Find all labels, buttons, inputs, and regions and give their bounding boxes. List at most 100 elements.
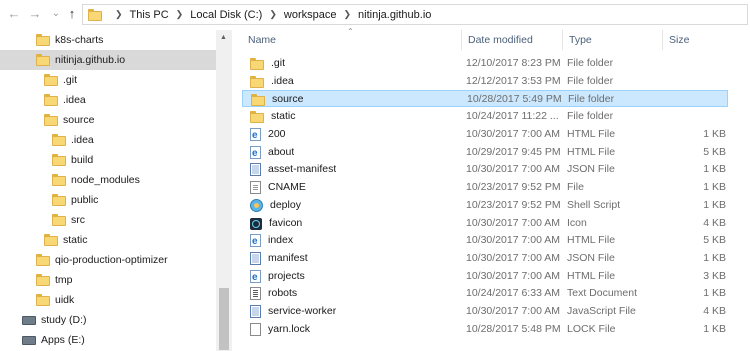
- sidebar-item-apps-drive[interactable]: Apps (E:): [0, 330, 232, 350]
- breadcrumb-current-folder[interactable]: ❯ nitinja.github.io: [336, 9, 431, 21]
- file-size: 5 KB: [703, 146, 726, 158]
- file-name: asset-manifest: [268, 163, 337, 175]
- breadcrumb-separator-icon[interactable]: ❯: [269, 9, 277, 20]
- sidebar-item-public[interactable]: public: [0, 190, 232, 210]
- file-name-cell: deploy: [250, 197, 301, 214]
- file-name-cell: robots: [250, 285, 297, 302]
- sidebar-item-git[interactable]: .git: [0, 70, 232, 90]
- file-name: service-worker: [268, 305, 337, 317]
- file-row-yarn-lock[interactable]: yarn.lock 10/28/2017 5:48 PM LOCK File 1…: [242, 321, 728, 338]
- breadcrumb-separator-icon[interactable]: ❯: [343, 9, 351, 20]
- file-row-static[interactable]: static 10/24/2017 11:22 ... File folder: [242, 108, 728, 125]
- drive-icon: [22, 335, 36, 345]
- javascript-file-icon: [250, 305, 261, 318]
- forward-arrow-icon[interactable]: →: [27, 5, 43, 23]
- folder-icon: [250, 110, 264, 123]
- file-date: 10/24/2017 6:33 AM: [466, 287, 560, 299]
- sidebar-scrollbar[interactable]: ▲: [216, 30, 232, 351]
- folder-icon: [36, 274, 50, 286]
- file-row-robots[interactable]: robots 10/24/2017 6:33 AM Text Document …: [242, 285, 728, 302]
- file-date: 12/12/2017 3:53 PM: [466, 75, 561, 87]
- file-name: source: [272, 93, 304, 105]
- sidebar-item-node-modules[interactable]: node_modules: [0, 170, 232, 190]
- file-name-cell: manifest: [250, 250, 308, 267]
- file-row-cname[interactable]: CNAME 10/23/2017 9:52 PM File 1 KB: [242, 179, 728, 196]
- recent-locations-chevron-icon[interactable]: ⌄: [48, 5, 64, 23]
- shell-script-icon: [250, 199, 263, 212]
- breadcrumb-separator-icon[interactable]: ❯: [176, 9, 184, 20]
- file-row-git[interactable]: .git 12/10/2017 8:23 PM File folder: [242, 55, 728, 72]
- file-row-idea[interactable]: .idea 12/12/2017 3:53 PM File folder: [242, 73, 728, 90]
- file-row-service-worker[interactable]: service-worker 10/30/2017 7:00 AM JavaSc…: [242, 303, 728, 320]
- file-row-index[interactable]: index 10/30/2017 7:00 AM HTML File 5 KB: [242, 232, 728, 249]
- breadcrumb-local-disk[interactable]: ❯ Local Disk (C:): [169, 9, 263, 21]
- breadcrumb-separator-icon[interactable]: ❯: [115, 9, 123, 20]
- back-arrow-icon[interactable]: ←: [6, 5, 22, 23]
- file-type: LOCK File: [567, 323, 616, 335]
- file-list-pane: ⌃ Name Date modified Type Size .git 12/1…: [232, 27, 750, 351]
- column-header-date-modified[interactable]: Date modified: [461, 30, 562, 50]
- breadcrumb-this-pc[interactable]: ❯ This PC: [108, 9, 169, 21]
- file-name-cell: about: [250, 144, 294, 161]
- file-type: HTML File: [567, 146, 616, 158]
- file-name: deploy: [270, 199, 301, 211]
- up-arrow-icon[interactable]: ↑: [64, 5, 80, 23]
- json-file-icon: [250, 163, 261, 176]
- column-header-size[interactable]: Size: [662, 30, 728, 50]
- file-date: 10/30/2017 7:00 AM: [466, 163, 560, 175]
- file-name-cell: .idea: [250, 73, 294, 90]
- sidebar-item-idea[interactable]: .idea: [0, 90, 232, 110]
- file-name: robots: [268, 287, 298, 299]
- sidebar-item-nitinja-github-io[interactable]: nitinja.github.io: [0, 50, 232, 70]
- scrollbar-thumb[interactable]: [219, 288, 229, 350]
- sidebar-item-uidk[interactable]: uidk: [0, 290, 232, 310]
- column-header-type[interactable]: Type: [562, 30, 662, 50]
- file-row-about[interactable]: about 10/29/2017 9:45 PM HTML File 5 KB: [242, 144, 728, 161]
- column-header-name[interactable]: Name: [242, 30, 464, 50]
- address-bar[interactable]: ❯ This PC ❯ Local Disk (C:) ❯ workspace …: [82, 4, 748, 25]
- breadcrumb-workspace[interactable]: ❯ workspace: [262, 9, 336, 21]
- file-name: .idea: [271, 75, 294, 87]
- file-name: favicon: [269, 217, 303, 229]
- file-row-asset-manifest[interactable]: asset-manifest 10/30/2017 7:00 AM JSON F…: [242, 161, 728, 178]
- sidebar-item-label: nitinja.github.io: [55, 54, 126, 66]
- file-size: [674, 55, 726, 72]
- breadcrumb-label[interactable]: workspace: [284, 9, 337, 21]
- file-type: JavaScript File: [567, 305, 636, 317]
- sidebar-item-source[interactable]: source: [0, 110, 232, 130]
- file-row-projects[interactable]: projects 10/30/2017 7:00 AM HTML File 3 …: [242, 268, 728, 285]
- file-row-source[interactable]: source 10/28/2017 5:49 PM File folder: [242, 90, 728, 107]
- sidebar-item-qio-production-optimizer[interactable]: qio-production-optimizer: [0, 250, 232, 270]
- sidebar-item-build[interactable]: build: [0, 150, 232, 170]
- file-name-cell: projects: [250, 268, 305, 285]
- file-type: Icon: [567, 217, 587, 229]
- html-file-icon: [250, 127, 261, 143]
- file-date: 10/30/2017 7:00 AM: [466, 217, 560, 229]
- sidebar-item-label: study (D:): [41, 314, 87, 326]
- sidebar-item-label: uidk: [55, 294, 75, 306]
- sidebar-item-label: static: [63, 234, 88, 246]
- folder-icon: [52, 134, 66, 146]
- folder-icon: [36, 54, 50, 66]
- breadcrumb-label[interactable]: nitinja.github.io: [358, 9, 431, 21]
- scroll-up-arrow-icon[interactable]: ▲: [220, 34, 227, 41]
- file-row-200[interactable]: 200 10/30/2017 7:00 AM HTML File 1 KB: [242, 126, 728, 143]
- breadcrumb-label[interactable]: Local Disk (C:): [190, 9, 262, 21]
- sidebar-item-study-drive[interactable]: study (D:): [0, 310, 232, 330]
- file-row-favicon[interactable]: favicon 10/30/2017 7:00 AM Icon 4 KB: [242, 215, 728, 232]
- file-row-manifest[interactable]: manifest 10/30/2017 7:00 AM JSON File 1 …: [242, 250, 728, 267]
- sidebar-item-label: .idea: [71, 134, 94, 146]
- sidebar-item-k8s-charts[interactable]: k8s-charts: [0, 30, 232, 50]
- sidebar-item-src[interactable]: src: [0, 210, 232, 230]
- sidebar-item-label: source: [63, 114, 95, 126]
- folder-icon: [44, 94, 58, 106]
- text-document-icon: [250, 287, 261, 300]
- file-size: 4 KB: [703, 305, 726, 317]
- sidebar-item-source-idea[interactable]: .idea: [0, 130, 232, 150]
- sidebar-item-static[interactable]: static: [0, 230, 232, 250]
- file-row-deploy[interactable]: deploy 10/23/2017 9:52 PM Shell Script 1…: [242, 197, 728, 214]
- sidebar-item-tmp[interactable]: tmp: [0, 270, 232, 290]
- json-file-icon: [250, 252, 261, 265]
- breadcrumb-label[interactable]: This PC: [130, 9, 169, 21]
- file-name-cell: service-worker: [250, 303, 336, 320]
